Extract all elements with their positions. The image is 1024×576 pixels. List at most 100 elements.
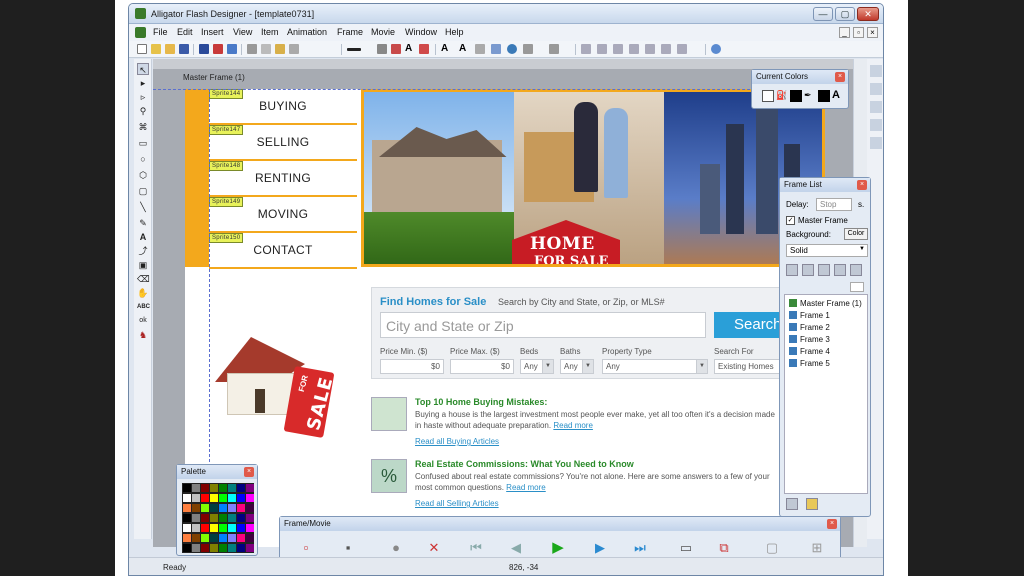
hand-icon[interactable] [523, 44, 533, 54]
step-back-icon[interactable]: ◀ [508, 541, 524, 554]
movie-effects-icon[interactable]: ⊞ [802, 541, 832, 554]
palette-swatch[interactable] [228, 484, 236, 492]
mdi-close-icon[interactable]: × [867, 27, 878, 38]
mdi-restore-icon[interactable]: ▫ [853, 27, 864, 38]
ungroup-icon[interactable] [629, 44, 639, 54]
article-title[interactable]: Real Estate Commissions: What You Need t… [415, 459, 634, 469]
frame-up-icon[interactable] [786, 498, 798, 510]
palette-swatch[interactable] [183, 514, 191, 522]
new-frame-icon[interactable]: ▫ [298, 541, 314, 554]
preview-icon[interactable] [213, 44, 223, 54]
close-button[interactable]: ✕ [857, 7, 879, 21]
rewind-icon[interactable]: ⏮ [468, 541, 484, 554]
palette-swatch[interactable] [192, 544, 200, 552]
polygon-icon[interactable]: ⬡ [137, 169, 149, 181]
duplicate-frame-icon[interactable]: ▪ [340, 541, 356, 554]
palette-swatch[interactable] [219, 524, 227, 532]
close-icon[interactable]: × [835, 72, 845, 82]
delay-select[interactable]: Stop [816, 198, 852, 211]
palette-swatch[interactable] [192, 524, 200, 532]
hand-tool-icon[interactable]: ✋ [137, 287, 149, 299]
export-movie-icon[interactable]: ⧉ [716, 541, 732, 554]
frame-list-item[interactable]: Frame 1 [789, 311, 830, 320]
color-grid[interactable] [182, 483, 254, 553]
fill-color-swatch[interactable] [762, 90, 774, 102]
step-forward-icon[interactable]: ▶ [592, 541, 608, 554]
menu-item[interactable]: Item [261, 27, 279, 37]
frame-list-item[interactable]: Master Frame (1) [789, 299, 862, 308]
menu-edit[interactable]: Edit [177, 27, 193, 37]
copy-icon[interactable] [261, 44, 271, 54]
dock-icon[interactable] [870, 119, 882, 131]
location-search-input[interactable]: City and State or Zip [380, 312, 706, 338]
distribute-icon[interactable] [645, 44, 655, 54]
new-icon[interactable] [137, 44, 147, 54]
menu-help[interactable]: Help [445, 27, 464, 37]
select-arrow-icon[interactable]: ↖ [137, 63, 149, 75]
price-min-field[interactable]: $0 [380, 359, 444, 374]
mdi-minimize-icon[interactable]: _ [839, 27, 850, 38]
frame-settings-icon[interactable]: ▢ [764, 541, 780, 554]
document-icon[interactable] [135, 27, 146, 38]
palette-swatch[interactable] [201, 514, 209, 522]
panel-header[interactable]: Frame/Movie × [280, 517, 840, 531]
web-icon[interactable] [507, 44, 517, 54]
dock-icon[interactable] [870, 101, 882, 113]
close-icon[interactable]: × [857, 180, 867, 190]
delete-icon[interactable] [289, 44, 299, 54]
menu-insert[interactable]: Insert [201, 27, 224, 37]
palette-swatch[interactable] [228, 504, 236, 512]
frame-down-icon[interactable] [806, 498, 818, 510]
palette-swatch[interactable] [201, 484, 209, 492]
panel-header[interactable]: Current Colors × [752, 70, 848, 84]
palette-swatch[interactable] [183, 524, 191, 532]
frame-film-icon[interactable] [834, 264, 846, 276]
palette-swatch[interactable] [237, 524, 245, 532]
palette-swatch[interactable] [183, 494, 191, 502]
text-icon[interactable]: A [137, 231, 149, 243]
palette-swatch[interactable] [192, 514, 200, 522]
palette-swatch[interactable] [183, 534, 191, 542]
property-type-select[interactable]: Any ▼ [602, 359, 708, 374]
palette-swatch[interactable] [210, 514, 218, 522]
palette-swatch[interactable] [219, 534, 227, 542]
button-tool-icon[interactable]: ok [137, 315, 149, 327]
frame-preview-icon[interactable] [850, 282, 864, 292]
design-page[interactable]: Sprite144 BUYING Sprite147 SELLING Sprit… [153, 89, 826, 547]
dock-icon[interactable] [870, 137, 882, 149]
palette-swatch[interactable] [246, 534, 254, 542]
canvas-area[interactable]: Master Frame (1) Sprite144 BUYING Sprite… [153, 59, 853, 547]
palette-swatch[interactable] [228, 544, 236, 552]
price-max-field[interactable]: $0 [450, 359, 514, 374]
duplicate-frame-icon[interactable] [802, 264, 814, 276]
menu-animation[interactable]: Animation [287, 27, 327, 37]
palette-swatch[interactable] [219, 544, 227, 552]
palette-swatch[interactable] [183, 504, 191, 512]
menu-file[interactable]: File [153, 27, 168, 37]
rectangle-icon[interactable]: ▭ [137, 137, 149, 149]
maximize-button[interactable]: ▢ [835, 7, 855, 21]
record-icon[interactable]: ● [388, 541, 404, 554]
save-icon[interactable] [179, 44, 189, 54]
dock-icon[interactable] [870, 65, 882, 77]
font-icon[interactable]: A [441, 44, 451, 54]
palette-swatch[interactable] [210, 504, 218, 512]
palette-swatch[interactable] [228, 494, 236, 502]
delete-frame-icon[interactable] [850, 264, 862, 276]
nav-buying[interactable]: Sprite144 BUYING [209, 89, 357, 125]
sound-tool-icon[interactable]: ♞ [137, 329, 149, 341]
minimize-button[interactable]: — [813, 7, 833, 21]
read-all-selling-link[interactable]: Read all Selling Articles [415, 499, 499, 508]
palette-swatch[interactable] [210, 524, 218, 532]
palette-swatch[interactable] [219, 484, 227, 492]
frame-list-item[interactable]: Frame 3 [789, 335, 830, 344]
align-icon[interactable] [475, 44, 485, 54]
palette-swatch[interactable] [192, 494, 200, 502]
palette-swatch[interactable] [192, 504, 200, 512]
palette-swatch[interactable] [201, 534, 209, 542]
text-tool-icon[interactable]: A [405, 44, 415, 54]
nav-contact[interactable]: Sprite150 CONTACT [209, 233, 357, 269]
palette-swatch[interactable] [228, 514, 236, 522]
palette-swatch[interactable] [201, 544, 209, 552]
palette-swatch[interactable] [219, 514, 227, 522]
